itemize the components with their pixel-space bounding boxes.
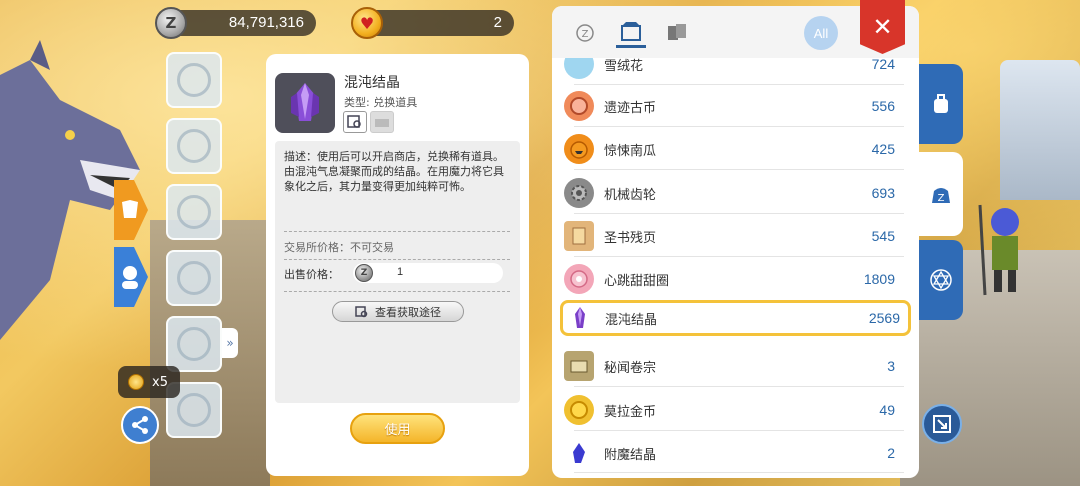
crystal-icon — [565, 303, 595, 333]
divider — [574, 430, 904, 431]
equipment-tab[interactable] — [114, 180, 148, 240]
divider — [574, 256, 904, 257]
zeny-balance: Z 84,791,316 — [155, 7, 316, 39]
background-building — [1000, 60, 1080, 200]
equip-slot-accessory-1[interactable] — [166, 316, 222, 372]
shop-icon — [621, 21, 641, 41]
divider — [574, 472, 904, 473]
item-list: 雪绒花 724 遗迹古币 556 惊悚南瓜 425 机械齿轮 693 圣书残页 … — [552, 58, 919, 478]
svg-text:Z: Z — [938, 193, 945, 204]
tab-cards[interactable] — [662, 18, 692, 48]
money-bag-icon: Z — [932, 188, 950, 204]
tab-backpack[interactable] — [919, 64, 963, 144]
list-item[interactable]: 附魔结晶 2 — [562, 435, 903, 471]
empty-slot-icon — [177, 393, 211, 427]
inspect-icon — [355, 305, 368, 317]
item-name: 混沌结晶 — [344, 75, 400, 91]
view-source-button[interactable]: 查看获取途径 — [332, 301, 464, 322]
close-button[interactable]: ✕ — [860, 0, 905, 54]
empty-slot-icon — [177, 129, 211, 163]
gold-coin-icon — [564, 395, 594, 425]
sell-price-field: Z 1 — [353, 263, 503, 283]
expand-arrow-icon[interactable]: » — [222, 328, 238, 358]
share-icon — [132, 416, 148, 434]
cards-icon — [668, 24, 686, 40]
flower-icon — [564, 58, 594, 79]
sell-price-label: 出售价格： — [284, 268, 339, 281]
divider — [574, 213, 904, 214]
divider — [574, 126, 904, 127]
close-icon: ✕ — [872, 13, 893, 41]
share-button[interactable] — [121, 406, 159, 444]
coin-icon — [128, 374, 144, 390]
item-detail-panel: 混沌结晶 类型: 兑换道具 描述：使用后可以开启商店，兑换稀有道具。 由混沌气息… — [266, 54, 529, 476]
donut-icon — [564, 264, 594, 294]
trade-price: 交易所价格：不可交易 — [284, 241, 394, 254]
item-description: 描述：使用后可以开启商店，兑换稀有道具。 由混沌气息凝聚而成的结晶。在用魔力将它… — [284, 150, 504, 193]
character-tab[interactable] — [114, 247, 148, 307]
tray-icon — [375, 119, 389, 127]
tab-magic[interactable] — [919, 240, 963, 320]
item-type: 类型: 兑换道具 — [344, 96, 418, 109]
heart-coin-icon: ♥ — [351, 7, 383, 39]
hero-character — [978, 204, 1019, 296]
equip-slot-headgear[interactable] — [166, 52, 222, 108]
filter-all-button[interactable]: All — [804, 16, 838, 50]
sell-price-value: 1 — [397, 266, 404, 278]
list-item[interactable]: 心跳甜甜圈 1809 — [562, 261, 903, 297]
hexagram-icon — [930, 269, 952, 291]
ancient-coin-icon — [564, 91, 594, 121]
coin-value: 2 — [493, 14, 502, 31]
scroll-icon — [564, 351, 594, 381]
view-details-button[interactable] — [343, 111, 367, 133]
backpack-icon — [934, 94, 948, 113]
use-button[interactable]: 使用 — [350, 413, 445, 444]
divider — [284, 231, 510, 232]
empty-slot-icon — [177, 261, 211, 295]
tab-items[interactable] — [616, 18, 646, 48]
empty-slot-icon — [177, 63, 211, 97]
list-item[interactable]: 秘闻卷宗 3 — [562, 348, 903, 384]
list-item[interactable]: 雪绒花 724 — [562, 58, 903, 82]
list-item[interactable]: 机械齿轮 693 — [562, 175, 903, 211]
tab-zeny[interactable]: Z — [570, 18, 600, 48]
divider — [574, 169, 904, 170]
coin-balance: ♥ 2 — [351, 7, 514, 39]
zeny-outline-icon: Z — [576, 24, 594, 42]
item-stack-badge: x5 — [118, 366, 180, 398]
page-icon — [564, 221, 594, 251]
equip-slot-armor[interactable] — [166, 118, 222, 174]
equip-slot-shoes[interactable] — [166, 250, 222, 306]
divider — [284, 291, 510, 292]
list-item[interactable]: 惊悚南瓜 425 — [562, 131, 903, 167]
tab-zeny-bag[interactable]: Z — [919, 152, 963, 236]
item-description-box: 描述：使用后可以开启商店，兑换稀有道具。 由混沌气息凝聚而成的结晶。在用魔力将它… — [275, 141, 520, 403]
equip-slot-garment[interactable] — [166, 184, 222, 240]
divider — [574, 386, 904, 387]
divider — [284, 259, 510, 260]
shirt-icon — [122, 200, 138, 218]
divider — [574, 84, 904, 85]
list-item[interactable]: 圣书残页 545 — [562, 218, 903, 254]
collapse-icon — [933, 415, 951, 433]
svg-text:Z: Z — [582, 29, 589, 40]
exit-fullscreen-button[interactable] — [922, 404, 962, 444]
list-item[interactable]: 莫拉金币 49 — [562, 392, 903, 428]
inspect-icon — [347, 115, 361, 128]
zeny-icon: Z — [355, 264, 373, 282]
list-item-selected[interactable]: 混沌结晶 2569 — [560, 300, 911, 336]
item-list-panel: Z All 雪绒花 724 遗迹古币 556 惊悚南瓜 425 机械齿轮 693… — [552, 6, 919, 478]
gear-icon — [564, 178, 594, 208]
empty-slot-icon — [177, 327, 211, 361]
zeny-icon: Z — [155, 7, 187, 39]
store-button[interactable] — [370, 111, 394, 133]
person-icon — [123, 266, 137, 280]
list-item[interactable]: 遗迹古币 556 — [562, 88, 903, 124]
pumpkin-icon — [564, 134, 594, 164]
chaos-crystal-icon — [275, 73, 335, 133]
enchant-crystal-icon — [564, 438, 594, 468]
zeny-value: 84,791,316 — [228, 14, 304, 31]
empty-slot-icon — [177, 195, 211, 229]
